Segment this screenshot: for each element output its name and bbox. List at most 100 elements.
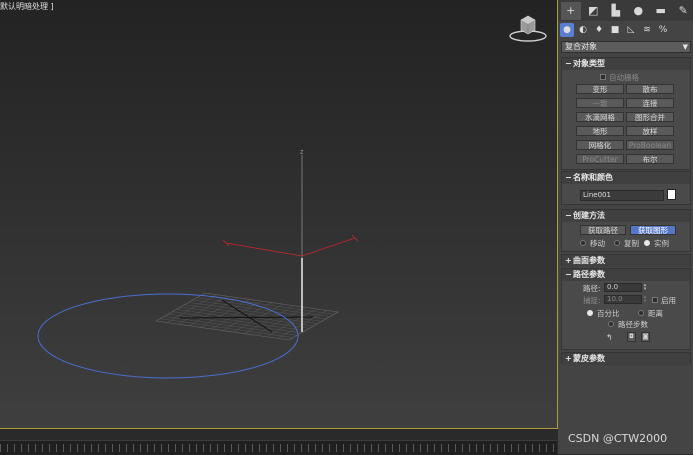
systems-icon[interactable]: % — [656, 23, 670, 37]
object-type-button[interactable]: 地形 — [576, 126, 624, 136]
collapse-icon: − — [565, 172, 573, 184]
grid-line — [193, 300, 326, 319]
object-type-button[interactable]: ProCutter — [576, 154, 624, 164]
object-type-button[interactable]: 连接 — [626, 98, 674, 108]
prev-shape-icon[interactable]: ◘ — [627, 332, 636, 342]
move-label: 移动 — [590, 238, 605, 249]
percentage-label: 百分比 — [597, 308, 620, 319]
display-icon[interactable]: ▬ — [651, 2, 671, 20]
path-steps-label: 路径步数 — [618, 319, 648, 330]
snap-label: 捕捉: — [583, 295, 601, 306]
instance-radio[interactable] — [644, 240, 650, 246]
grid-line — [185, 305, 318, 324]
pick-path-icon[interactable]: ↰ — [606, 333, 613, 342]
z-axis-label: Z — [300, 150, 304, 156]
expand-icon: + — [565, 255, 573, 267]
path-params-rollout: −路径参数 路径: 0.0 ▴▾ 捕捉: 10.0 ▴▾ 启用 百分比 距离 路… — [561, 268, 691, 350]
collapse-icon: − — [565, 269, 573, 281]
creation-method-rollout: −创建方法 获取路径 获取图形 移动 复制 实例 — [561, 209, 691, 252]
get-path-button[interactable]: 获取路径 — [580, 225, 626, 235]
collapse-icon: − — [565, 58, 573, 70]
surface-params-rollout: +曲面参数 — [561, 254, 691, 266]
creation-method-header[interactable]: −创建方法 — [562, 210, 690, 222]
modify-icon[interactable]: ◩ — [584, 2, 604, 20]
object-type-button[interactable]: 图形合并 — [626, 112, 674, 122]
object-type-button[interactable]: 水滴网格 — [576, 112, 624, 122]
category-dropdown-value: 复合对象 — [565, 42, 597, 51]
hierarchy-icon[interactable]: ▙ — [606, 2, 626, 20]
category-dropdown[interactable]: 复合对象 ▼ — [561, 41, 691, 53]
move-radio[interactable] — [580, 240, 586, 246]
get-shape-button[interactable]: 获取图形 — [630, 225, 676, 235]
object-type-title: 对象类型 — [573, 59, 605, 68]
autogrid-checkbox[interactable] — [600, 74, 606, 80]
motion-icon[interactable]: ● — [629, 2, 649, 20]
command-panel: +◩▙●▬✎ ●◐♦■◺≋% 复合对象 ▼ −对象类型 自动栅格 变形散布一致连… — [558, 0, 693, 454]
plus-icon[interactable]: + — [561, 2, 581, 20]
name-color-rollout: −名称和颜色 Line001 — [561, 171, 691, 205]
object-type-header[interactable]: −对象类型 — [562, 58, 690, 70]
watermark: CSDN @CTW2000 — [568, 432, 667, 445]
home-grid — [156, 293, 338, 340]
path-steps-radio[interactable] — [608, 321, 614, 327]
object-type-button[interactable]: 布尔 — [626, 154, 674, 164]
transform-gizmo[interactable] — [223, 235, 358, 256]
helpers-icon[interactable]: ◺ — [624, 23, 638, 37]
object-type-button[interactable]: 网格化 — [576, 140, 624, 150]
path-input[interactable]: 0.0 — [604, 283, 642, 292]
timeline[interactable] — [0, 440, 557, 455]
object-type-button[interactable]: 放样 — [626, 126, 674, 136]
shapes-icon[interactable]: ◐ — [576, 23, 590, 37]
instance-label: 实例 — [654, 238, 669, 249]
next-shape-icon[interactable]: ◙ — [641, 332, 650, 342]
cameras-icon[interactable]: ■ — [608, 23, 622, 37]
surface-params-title: 曲面参数 — [573, 256, 605, 265]
percentage-radio[interactable] — [587, 310, 593, 316]
scene-canvas[interactable]: Z — [0, 0, 557, 428]
spacewarps-icon[interactable]: ≋ — [640, 23, 654, 37]
surface-params-header[interactable]: +曲面参数 — [562, 255, 690, 267]
path-params-title: 路径参数 — [573, 270, 605, 279]
grid-line — [201, 295, 334, 314]
enable-checkbox[interactable] — [652, 297, 658, 303]
path-params-header[interactable]: −路径参数 — [562, 269, 690, 281]
path-line[interactable]: Z — [300, 150, 304, 332]
expand-icon: + — [565, 353, 573, 365]
name-color-header[interactable]: −名称和颜色 — [562, 172, 690, 184]
autogrid-label: 自动栅格 — [609, 72, 639, 83]
command-panel-tabs: +◩▙●▬✎ — [558, 0, 693, 21]
skin-params-header[interactable]: +蒙皮参数 — [562, 353, 690, 365]
path-spinner[interactable]: ▴▾ — [642, 283, 648, 292]
geometry-icon[interactable]: ● — [560, 23, 574, 37]
creation-method-title: 创建方法 — [573, 211, 605, 220]
timeline-ticks — [0, 444, 557, 452]
grid-line — [234, 304, 283, 332]
viewport-bottom-bar — [0, 429, 557, 440]
create-category-tabs: ●◐♦■◺≋% — [558, 21, 693, 39]
viewcube-icon[interactable] — [508, 14, 548, 44]
name-color-title: 名称和颜色 — [573, 173, 613, 182]
chevron-down-icon: ▼ — [683, 42, 688, 52]
perspective-viewport[interactable]: 默认明暗处理 ] Z — [0, 0, 558, 429]
grid-axis-line — [180, 317, 313, 318]
object-type-button[interactable]: ProBoolean — [626, 140, 674, 150]
enable-label: 启用 — [661, 295, 676, 306]
skin-params-rollout: +蒙皮参数 — [561, 352, 691, 364]
object-type-button[interactable]: 一致 — [576, 98, 624, 108]
path-label: 路径: — [583, 283, 601, 294]
copy-label: 复制 — [624, 238, 639, 249]
distance-label: 距离 — [648, 308, 663, 319]
snap-spinner[interactable]: ▴▾ — [642, 295, 648, 304]
utilities-icon[interactable]: ✎ — [674, 2, 693, 20]
object-type-rollout: −对象类型 自动栅格 变形散布一致连接水滴网格图形合并地形放样网格化ProBoo… — [561, 57, 691, 170]
object-name-input[interactable]: Line001 — [580, 190, 664, 201]
skin-params-title: 蒙皮参数 — [573, 354, 605, 363]
object-color-swatch[interactable] — [667, 189, 676, 200]
collapse-icon: − — [565, 210, 573, 222]
object-type-button[interactable]: 散布 — [626, 84, 674, 94]
snap-input[interactable]: 10.0 — [604, 295, 642, 304]
lights-icon[interactable]: ♦ — [592, 23, 606, 37]
object-type-button[interactable]: 变形 — [576, 84, 624, 94]
copy-radio[interactable] — [614, 240, 620, 246]
distance-radio[interactable] — [638, 310, 644, 316]
